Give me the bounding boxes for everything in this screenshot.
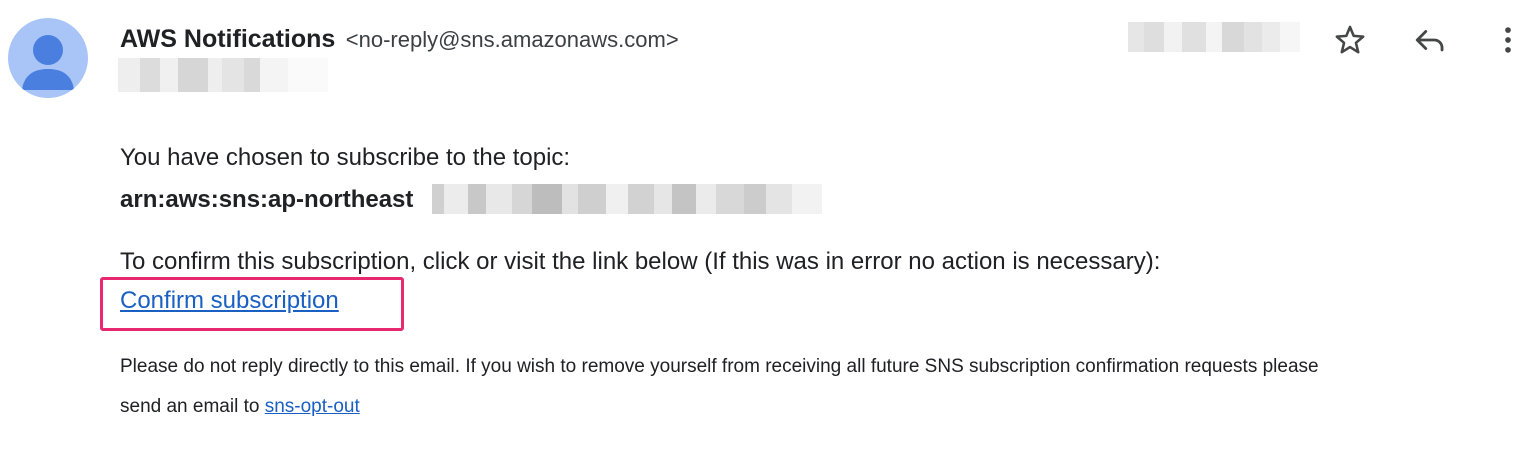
confirm-subscription-link[interactable]: Confirm subscription [120,287,339,315]
subscribe-intro-text: You have chosen to subscribe to the topi… [120,144,571,171]
sender-line: AWS Notifications <no-reply@sns.amazonaw… [120,22,679,60]
footer-optout-line: send an email to sns-opt-out [120,396,360,418]
topic-arn-text: arn:aws:sns:ap-northeast [120,186,414,213]
star-button[interactable] [1330,20,1370,60]
sns-opt-out-link[interactable]: sns-opt-out [265,396,360,417]
sender-email: <no-reply@sns.amazonaws.com> [345,27,679,52]
confirm-instruction-text: To confirm this subscription, click or v… [120,248,1161,275]
reply-button[interactable] [1410,20,1450,60]
footer-notice-text: Please do not reply directly to this ema… [120,356,1319,377]
topic-arn-redacted [432,184,822,214]
reply-icon [1415,30,1444,52]
more-vert-icon [1505,27,1511,53]
topic-arn: arn:aws:sns:ap-northeast [120,184,413,216]
more-options-button[interactable] [1488,20,1528,60]
recipient-redacted [118,58,328,92]
sender-name: AWS Notifications [120,25,336,53]
date-redacted [1128,22,1300,52]
sender-avatar-icon [8,18,88,98]
star-icon [1335,25,1365,54]
email-view: AWS Notifications <no-reply@sns.amazonaw… [0,0,1528,470]
footer-optout-prefix: send an email to [120,396,260,417]
